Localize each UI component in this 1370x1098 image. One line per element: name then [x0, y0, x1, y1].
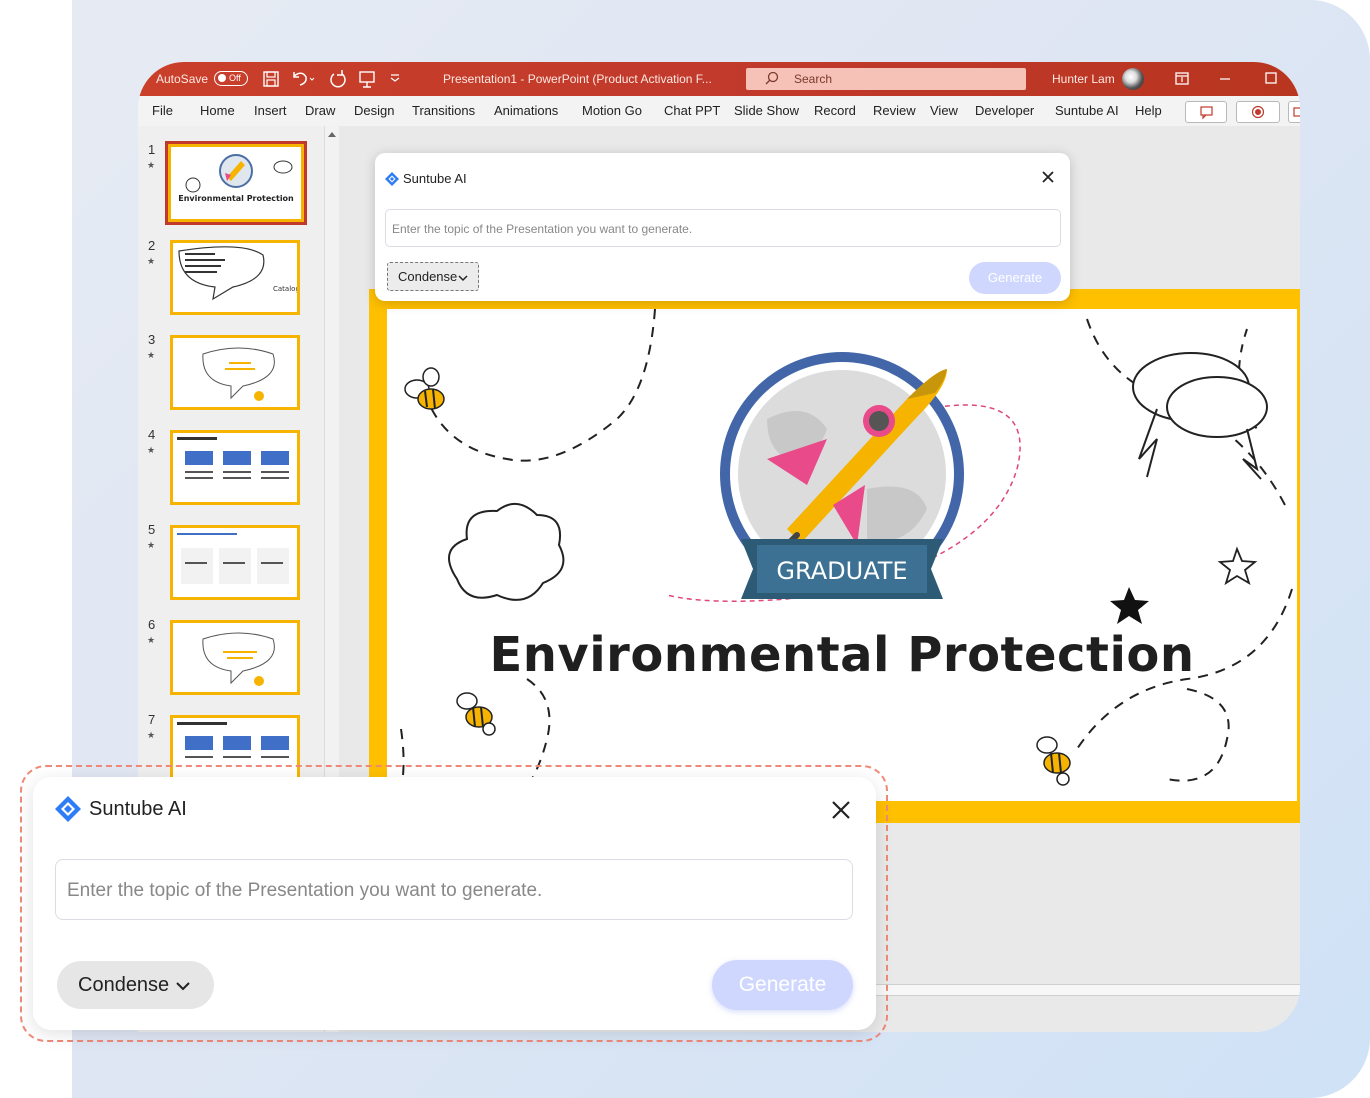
- thumb-star: ★: [147, 635, 156, 645]
- toggle-knob: [218, 74, 226, 82]
- tab-review[interactable]: Review: [873, 96, 916, 126]
- thumb-number: 1: [148, 142, 156, 157]
- topic-input[interactable]: Enter the topic of the Presentation you …: [385, 209, 1061, 247]
- tab-record[interactable]: Record: [814, 96, 856, 126]
- thumb-star: ★: [147, 160, 156, 170]
- tab-suntube-ai[interactable]: Suntube AI: [1055, 96, 1119, 126]
- autosave-state: Off: [229, 73, 241, 83]
- thumb-number: 4: [148, 427, 156, 442]
- generate-button[interactable]: Generate: [969, 262, 1061, 294]
- thumb-star: ★: [147, 350, 156, 360]
- tab-chat-ppt[interactable]: Chat PPT: [664, 96, 720, 126]
- title-bar: AutoSave Off Presentation1 - PowerPoint …: [138, 62, 1300, 96]
- thumbnail-slide-3[interactable]: [170, 335, 300, 410]
- autosave-label: AutoSave: [156, 72, 209, 86]
- generate-button[interactable]: Generate: [712, 960, 853, 1010]
- ribbon-tabs: File Home Insert Draw Design Transitions…: [138, 96, 1300, 127]
- thumb-5-art: [177, 533, 289, 584]
- tab-draw[interactable]: Draw: [305, 96, 335, 126]
- thumbnail-slide-4[interactable]: [170, 430, 300, 505]
- tab-design[interactable]: Design: [354, 96, 394, 126]
- condense-dropdown[interactable]: Condense: [57, 961, 214, 1009]
- thumb-star: ★: [147, 540, 156, 550]
- thumb-star: ★: [147, 256, 156, 266]
- thumb-star: ★: [147, 445, 156, 455]
- thumbnail-slide-6[interactable]: [170, 620, 300, 695]
- thumb-number: 3: [148, 332, 156, 347]
- thumb-4-art: [177, 437, 289, 479]
- ribbon-display-icon[interactable]: [1174, 62, 1190, 96]
- record-button[interactable]: [1236, 101, 1280, 123]
- slide-illustration: GRADUATE: [398, 309, 1293, 800]
- close-icon[interactable]: [1041, 170, 1055, 189]
- topic-input[interactable]: Enter the topic of the Presentation you …: [55, 859, 853, 920]
- suntube-dialog-large: Suntube AI Enter the topic of the Presen…: [33, 777, 876, 1030]
- tab-file[interactable]: File: [152, 96, 173, 126]
- chevron-down-icon: [458, 271, 468, 286]
- thumbnail-slide-1[interactable]: Environmental Protection: [165, 141, 307, 225]
- dialog-title: Suntube AI: [89, 798, 187, 820]
- tab-slide-show[interactable]: Slide Show: [734, 96, 799, 126]
- search-box[interactable]: Search: [746, 68, 1026, 90]
- thumb-6-art: [202, 632, 275, 686]
- thumb-number: 5: [148, 522, 156, 537]
- tab-motion-go[interactable]: Motion Go: [582, 96, 642, 126]
- undo-icon[interactable]: [290, 62, 316, 96]
- tab-view[interactable]: View: [930, 96, 958, 126]
- chevron-down-icon: [175, 977, 191, 1000]
- save-icon[interactable]: [262, 62, 280, 96]
- thumb-caption: Catalog content: [273, 285, 300, 293]
- redo-icon[interactable]: [328, 62, 348, 96]
- share-icon: [1293, 107, 1300, 117]
- maximize-icon[interactable]: [1264, 62, 1278, 96]
- document-title: Presentation1 - PowerPoint (Product Acti…: [443, 72, 712, 86]
- thumbnail-slide-5[interactable]: [170, 525, 300, 600]
- dropdown-label: Condense: [78, 974, 170, 996]
- condense-dropdown[interactable]: Condense: [387, 262, 479, 291]
- thumb-number: 2: [148, 238, 156, 253]
- record-icon: [1251, 105, 1265, 119]
- graduate-badge-text: GRADUATE: [776, 557, 907, 585]
- thumb-2-art: Catalog content: [178, 246, 300, 301]
- search-placeholder: Search: [794, 72, 833, 86]
- tab-developer[interactable]: Developer: [975, 96, 1034, 126]
- avatar[interactable]: [1122, 68, 1144, 90]
- user-name[interactable]: Hunter Lam: [1052, 62, 1115, 96]
- tab-home[interactable]: Home: [200, 96, 235, 126]
- minimize-icon[interactable]: [1218, 62, 1232, 96]
- comments-button[interactable]: [1185, 101, 1227, 123]
- thumb-1-art: Environmental Protection: [178, 154, 294, 203]
- search-icon: [764, 71, 780, 90]
- thumb-caption: Environmental Protection: [178, 194, 294, 203]
- thumbnail-slide-2[interactable]: Catalog content: [170, 240, 300, 315]
- slide-content: GRADUATE Environmental Protection: [387, 309, 1297, 801]
- slide-title[interactable]: Environmental Protection: [387, 627, 1297, 683]
- tab-transitions[interactable]: Transitions: [412, 96, 475, 126]
- dropdown-label: Condense: [398, 269, 458, 284]
- comment-icon: [1200, 106, 1213, 120]
- slide-canvas[interactable]: GRADUATE Environmental Protection: [369, 289, 1300, 823]
- suntube-logo-icon: [385, 172, 399, 191]
- scroll-up-icon[interactable]: [328, 132, 336, 137]
- autosave-toggle[interactable]: Off: [214, 71, 248, 86]
- dialog-title: Suntube AI: [403, 171, 467, 186]
- customize-toolbar-icon[interactable]: [390, 62, 400, 96]
- thumb-number: 6: [148, 617, 156, 632]
- share-button[interactable]: [1288, 101, 1300, 123]
- tab-animations[interactable]: Animations: [494, 96, 558, 126]
- present-icon[interactable]: [358, 62, 376, 96]
- tab-help[interactable]: Help: [1135, 96, 1162, 126]
- thumb-3-art: [202, 347, 275, 401]
- suntube-dialog-small: Suntube AI Enter the topic of the Presen…: [375, 153, 1070, 301]
- tab-insert[interactable]: Insert: [254, 96, 287, 126]
- close-icon[interactable]: [830, 799, 852, 826]
- thumb-star: ★: [147, 730, 156, 740]
- suntube-logo-icon: [55, 796, 81, 827]
- thumb-number: 7: [148, 712, 156, 727]
